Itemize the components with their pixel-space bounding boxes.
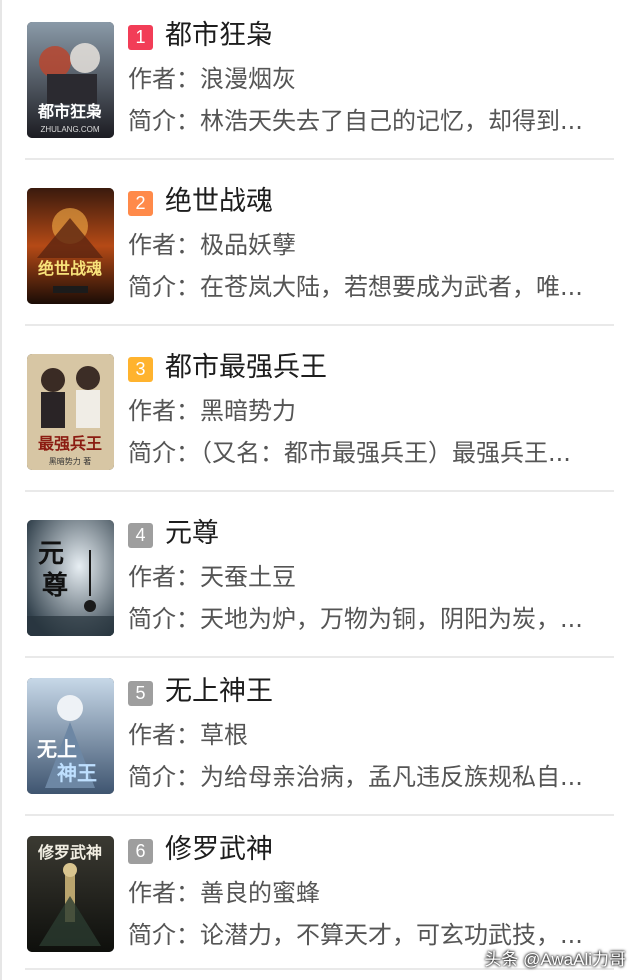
divider [25,158,614,160]
rank-badge: 3 [128,357,153,382]
book-cover-dushi-kuangxiao-icon: 都市狂枭 ZHULANG.COM [27,22,114,138]
book-author: 作者：善良的蜜蜂 [128,879,320,907]
book-cover-image[interactable]: 无上 神王 [27,678,114,794]
book-author: 作者：天蚕土豆 [128,563,296,591]
book-title[interactable]: 修罗武神 [165,830,273,870]
rank-badge: 1 [128,25,153,50]
svg-text:神王: 神王 [57,761,97,785]
divider [25,490,614,492]
book-title[interactable]: 都市狂枭 [165,16,273,56]
svg-text:无上: 无上 [37,737,77,761]
rank-badge: 2 [128,191,153,216]
book-author: 作者：极品妖孽 [128,231,296,259]
svg-text:都市狂枭: 都市狂枭 [37,102,102,121]
svg-text:黑暗势力 著: 黑暗势力 著 [49,456,92,466]
book-cover-yuanzun-icon: 元 尊 [27,520,114,636]
book-author: 作者：草根 [128,721,248,749]
svg-text:元: 元 [38,539,64,569]
book-intro: 简介：为给母亲治病，孟凡违反族规私自... [128,763,583,791]
rank-badge: 4 [128,523,153,548]
book-title[interactable]: 绝世战魂 [165,182,273,222]
book-cover-wushang-shenwang-icon: 无上 神王 [27,678,114,794]
book-cover-jueshi-zhanhun-icon: 绝世战魂 [27,188,114,304]
book-intro: 简介：在苍岚大陆，若想要成为武者，唯... [128,273,583,301]
book-title[interactable]: 无上神王 [165,672,273,712]
divider [25,324,614,326]
book-author: 作者：浪漫烟灰 [128,65,296,93]
list-item[interactable]: 都市狂枭 ZHULANG.COM 1 都市狂枭 作者：浪漫烟灰 简介：林浩天失去… [0,0,640,160]
book-cover-xiuluo-wushen-icon: 修罗武神 [27,836,114,952]
book-cover-image[interactable]: 修罗武神 [27,836,114,952]
book-cover-image[interactable]: 元 尊 [27,520,114,636]
book-title[interactable]: 元尊 [165,514,219,554]
rank-badge: 6 [128,839,153,864]
book-author: 作者：黑暗势力 [128,397,296,425]
book-cover-image[interactable]: 绝世战魂 [27,188,114,304]
book-intro: 简介：（又名：都市最强兵王）最强兵王... [128,439,571,467]
book-cover-image[interactable]: 最强兵王 黑暗势力 著 [27,354,114,470]
svg-text:ZHULANG.COM: ZHULANG.COM [40,125,99,134]
book-cover-dushi-zuiqiang-bingwang-icon: 最强兵王 黑暗势力 著 [27,354,114,470]
book-cover-image[interactable]: 都市狂枭 ZHULANG.COM [27,22,114,138]
list-item[interactable]: 绝世战魂 2 绝世战魂 作者：极品妖孽 简介：在苍岚大陆，若想要成为武者，唯..… [0,166,640,326]
watermark: 头条 @AwaAli力哥 [484,950,626,969]
book-intro: 简介：林浩天失去了自己的记忆，却得到... [128,107,583,135]
svg-text:修罗武神: 修罗武神 [37,843,102,862]
list-item[interactable]: 无上 神王 5 无上神王 作者：草根 简介：为给母亲治病，孟凡违反族规私自... [0,656,640,816]
book-title[interactable]: 都市最强兵王 [165,348,327,388]
list-item[interactable]: 最强兵王 黑暗势力 著 3 都市最强兵王 作者：黑暗势力 简介：（又名：都市最强… [0,332,640,492]
list-item[interactable]: 元 尊 4 元尊 作者：天蚕土豆 简介：天地为炉，万物为铜，阴阳为炭，... [0,498,640,658]
book-intro: 简介：天地为炉，万物为铜，阴阳为炭，... [128,605,583,633]
svg-text:最强兵王: 最强兵王 [38,434,102,453]
rank-badge: 5 [128,681,153,706]
svg-text:尊: 尊 [42,570,68,601]
svg-text:绝世战魂: 绝世战魂 [38,259,102,278]
